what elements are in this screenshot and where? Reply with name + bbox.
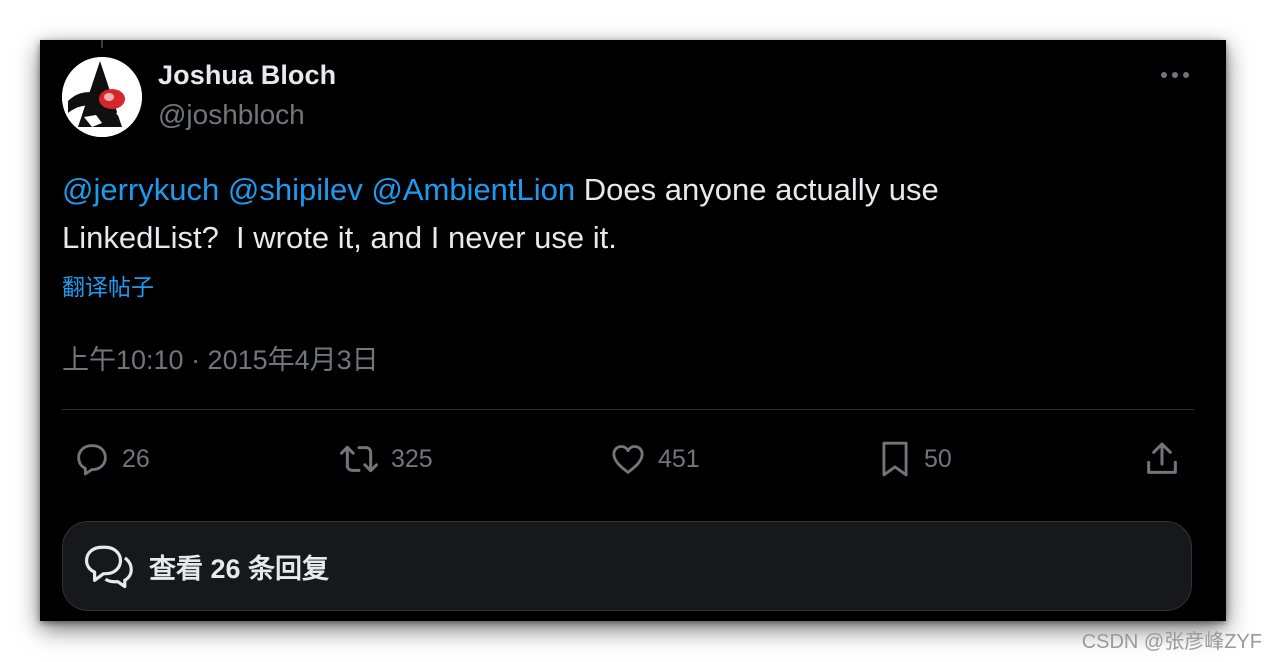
view-replies-button[interactable]: 查看 26 条回复 bbox=[62, 521, 1192, 611]
tweet-text: @jerrykuch @shipilev @AmbientLion Does a… bbox=[62, 166, 1172, 262]
divider bbox=[62, 409, 1194, 410]
repost-icon bbox=[337, 439, 381, 479]
reply-count: 26 bbox=[122, 444, 150, 473]
avatar[interactable] bbox=[62, 57, 142, 137]
watermark: CSDN @张彦峰ZYF bbox=[1081, 631, 1262, 653]
chat-bubble-icon bbox=[81, 541, 135, 591]
repost-button[interactable]: 325 bbox=[337, 438, 433, 480]
repost-count: 325 bbox=[391, 444, 433, 473]
like-count: 451 bbox=[658, 444, 700, 473]
mention-link[interactable]: @jerrykuch bbox=[62, 172, 219, 207]
reply-icon bbox=[72, 439, 112, 479]
bookmark-icon bbox=[876, 438, 914, 480]
view-replies-label: 查看 26 条回复 bbox=[149, 553, 330, 584]
like-button[interactable]: 451 bbox=[608, 438, 700, 480]
author-handle[interactable]: @joshbloch bbox=[158, 99, 305, 131]
translate-link[interactable]: 翻译帖子 bbox=[62, 268, 154, 302]
author-name[interactable]: Joshua Bloch bbox=[158, 60, 336, 91]
bookmark-button[interactable]: 50 bbox=[876, 438, 952, 480]
mention-link[interactable]: @shipilev bbox=[228, 172, 363, 207]
thread-line bbox=[101, 40, 103, 48]
like-icon bbox=[608, 439, 648, 479]
tweet-card: Joshua Bloch @joshbloch @jerrykuch @ship… bbox=[40, 40, 1226, 621]
bookmark-count: 50 bbox=[924, 444, 952, 473]
share-button[interactable] bbox=[1142, 438, 1182, 480]
timestamp[interactable]: 上午10:10 · 2015年4月3日 bbox=[62, 338, 379, 377]
mention-link[interactable]: @AmbientLion bbox=[371, 172, 575, 207]
tweet-text-line2: LinkedList? I wrote it, and I never use … bbox=[62, 220, 617, 255]
share-icon bbox=[1142, 439, 1182, 479]
tweet-text-line1: Does anyone actually use bbox=[583, 172, 939, 207]
reply-button[interactable]: 26 bbox=[72, 438, 150, 480]
more-icon[interactable] bbox=[1158, 61, 1192, 89]
